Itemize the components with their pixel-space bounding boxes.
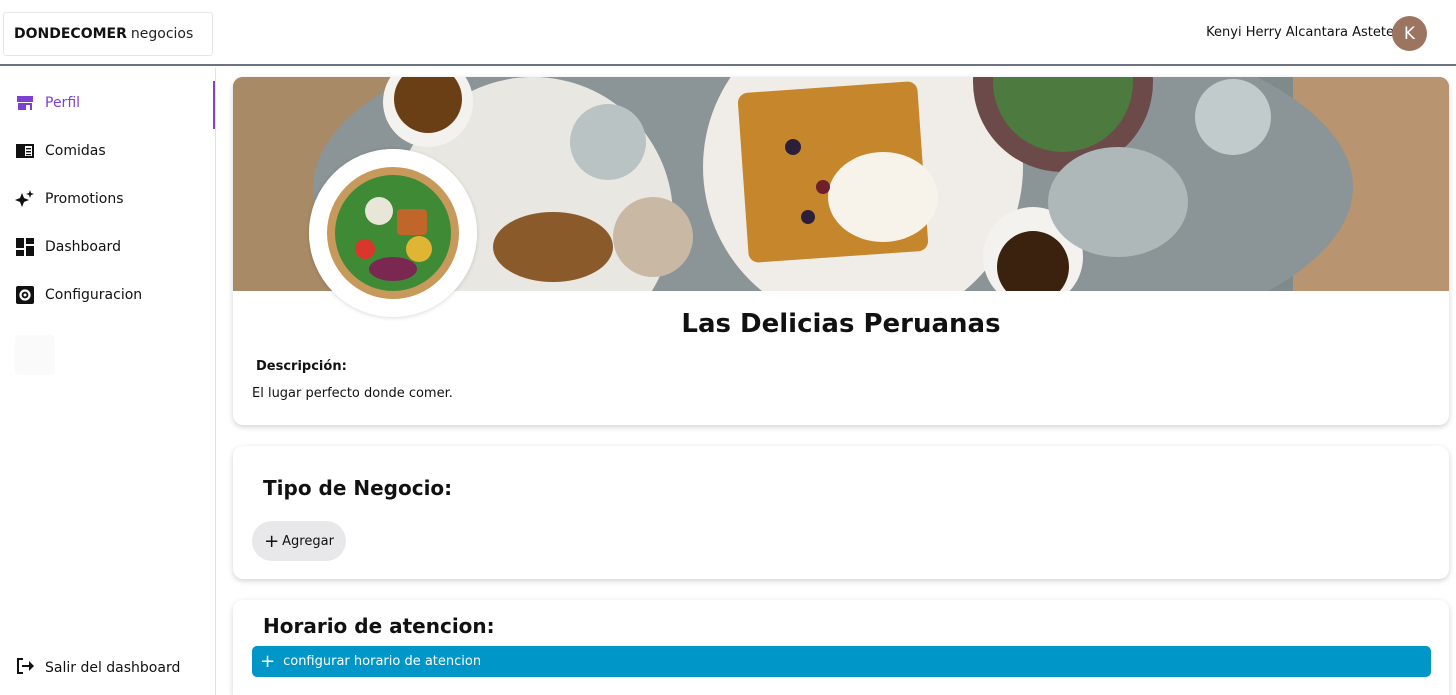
active-indicator — [213, 81, 215, 129]
description-label: Descripción: — [256, 359, 347, 374]
sidebar-placeholder — [15, 335, 55, 375]
sidebar-item-label: Promotions — [45, 191, 124, 207]
sparkle-icon — [15, 190, 35, 208]
user-name: Kenyi Herry Alcantara Astete — [1206, 25, 1394, 40]
restaurant-logo[interactable] — [309, 149, 477, 317]
brand-suffix: negocios — [130, 26, 194, 42]
brand-logo[interactable]: DONDECOMER negocios — [3, 12, 213, 56]
hours-title: Horario de atencion: — [263, 614, 495, 638]
logout-icon — [15, 657, 37, 679]
sidebar-item-configuracion[interactable]: Configuracion — [15, 280, 142, 310]
configure-hours-button[interactable]: + configurar horario de atencion — [252, 646, 1431, 677]
business-type-card: Tipo de Negocio: + Agregar — [233, 446, 1449, 579]
configure-hours-label: configurar horario de atencion — [283, 654, 482, 669]
description-text: El lugar perfecto donde comer. — [252, 386, 453, 401]
store-icon — [15, 94, 35, 112]
sidebar-item-label: Dashboard — [45, 239, 121, 255]
profile-card: Las Delicias Peruanas Descripción: El lu… — [233, 77, 1449, 425]
sidebar-item-dashboard[interactable]: Dashboard — [15, 232, 121, 262]
hours-card: Horario de atencion: + configurar horari… — [233, 600, 1449, 695]
restaurant-name: Las Delicias Peruanas — [681, 309, 1001, 339]
settings-icon — [15, 286, 35, 304]
logout-label: Salir del dashboard — [45, 660, 181, 676]
brand-name: DONDECOMER — [14, 26, 127, 42]
plus-icon: + — [264, 530, 280, 552]
sidebar-item-perfil[interactable]: Perfil — [15, 88, 80, 118]
dashboard-icon — [15, 238, 35, 256]
menu-book-icon — [15, 142, 35, 160]
business-type-title: Tipo de Negocio: — [263, 476, 453, 500]
add-business-type-button[interactable]: + Agregar — [252, 521, 346, 561]
sidebar-item-label: Perfil — [45, 95, 81, 111]
sidebar-item-promotions[interactable]: Promotions — [15, 184, 124, 214]
sidebar-item-comidas[interactable]: Comidas — [15, 136, 106, 166]
top-bar: DONDECOMER negocios Kenyi Herry Alcantar… — [0, 0, 1456, 66]
plus-icon: + — [260, 651, 276, 672]
add-label: Agregar — [282, 533, 334, 549]
sidebar-item-label: Configuracion — [45, 287, 143, 303]
sidebar: Perfil Comidas Promotions Dashboard Conf… — [0, 68, 216, 695]
avatar[interactable]: K — [1392, 16, 1427, 51]
logout-button[interactable]: Salir del dashboard — [15, 653, 180, 683]
sidebar-item-label: Comidas — [45, 143, 106, 159]
